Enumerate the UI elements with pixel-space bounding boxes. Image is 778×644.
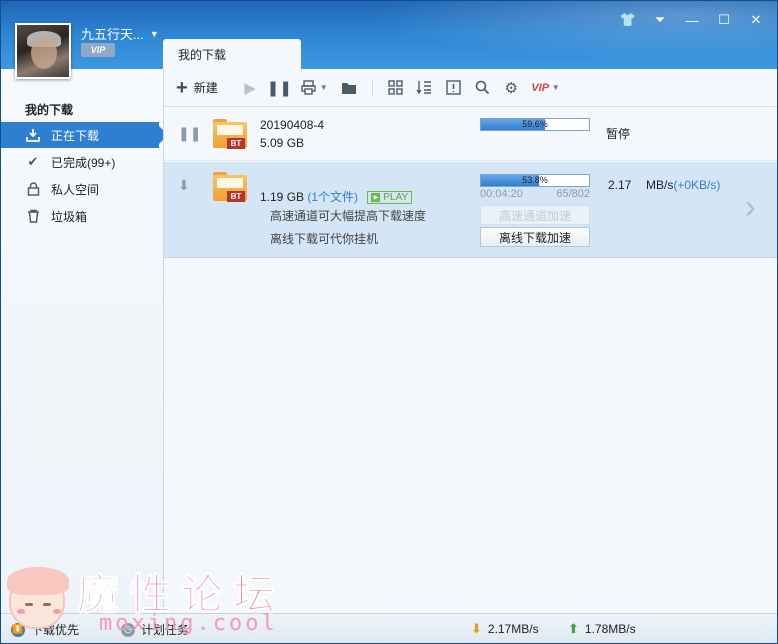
down-speed-value: 2.17MB/s — [487, 622, 539, 636]
speed-unit: MB/s — [646, 178, 674, 192]
download-speed: 2.17 — [608, 178, 632, 192]
info-icon[interactable] — [439, 76, 468, 100]
app-window: 👕 ⏷ — ☐ ✕ 九五行天... ▼ VIP 我的下载 我的下载 正在下载 ✔… — [0, 0, 778, 644]
trash-icon — [25, 208, 41, 224]
sidebar: 我的下载 正在下载 ✔ 已完成(99+) 私人空间 垃圾箱 — [1, 69, 168, 617]
promo-line: 高速通道可大幅提高下载速度 — [270, 209, 427, 223]
chevron-down-icon[interactable]: ▼ — [319, 76, 329, 100]
toolbar: + 新建 ▶ ❚❚ ▼ ⚙ VIP ▼ — [164, 69, 777, 107]
up-speed-indicator: ⬆ 1.78MB/s — [568, 621, 636, 637]
task-name: 20190408-4 — [260, 118, 325, 132]
minimize-icon[interactable]: — — [681, 11, 703, 29]
progress-bar: 53.8% — [480, 174, 590, 187]
avatar[interactable] — [15, 23, 71, 79]
main-panel: + 新建 ▶ ❚❚ ▼ ⚙ VIP ▼ ❚❚ BT 20190408-4 5.0… — [163, 69, 777, 617]
menu-icon[interactable]: ⏷ — [649, 11, 671, 29]
skin-icon[interactable]: 👕 — [617, 11, 639, 29]
status-bar: ⏬ 下载优先 ◷ 计划任务 ⬇ 2.17MB/s ⬆ 1.78MB/s — [1, 613, 777, 643]
window-controls: 👕 ⏷ — ☐ ✕ — [617, 11, 767, 29]
new-task-label: 新建 — [193, 81, 218, 95]
chevron-right-icon[interactable]: › — [745, 190, 756, 224]
highspeed-accelerate-button[interactable]: 高速通道加速 — [480, 205, 590, 225]
sidebar-item-label: 私人空间 — [51, 182, 100, 197]
scheduled-tasks-button[interactable]: ◷ 计划任务 — [121, 621, 189, 638]
sidebar-item-downloading[interactable]: 正在下载 — [1, 122, 168, 148]
sidebar-item-label: 正在下载 — [51, 128, 100, 143]
close-icon[interactable]: ✕ — [745, 11, 767, 29]
speed-delta: (+0KB/s) — [673, 178, 721, 192]
promo-line: 离线下载可代你挂机 — [270, 232, 379, 246]
chevron-down-icon[interactable]: ▼ — [150, 29, 159, 39]
sidebar-item-trash[interactable]: 垃圾箱 — [1, 203, 163, 229]
arrow-down-icon: ⬇ — [471, 621, 482, 636]
up-speed-value: 1.78MB/s — [584, 622, 636, 636]
toolbar-divider — [371, 78, 373, 97]
sidebar-item-private-space[interactable]: 私人空间 — [1, 176, 163, 202]
new-task-button[interactable]: + 新建 — [176, 76, 218, 100]
chevron-down-icon[interactable]: ▼ — [551, 76, 561, 100]
task-row[interactable]: ❚❚ BT 20190408-4 5.09 GB 59.6% 暂停 — [164, 109, 777, 161]
username[interactable]: 九五行天... ▼ — [81, 24, 159, 43]
sidebar-item-label: 垃圾箱 — [51, 209, 88, 224]
arrow-up-icon: ⬆ — [568, 621, 579, 636]
download-arrow-icon[interactable]: ⬇ — [178, 177, 190, 194]
progress-text: 59.6% — [522, 119, 548, 129]
progress-text: 53.8% — [522, 175, 548, 185]
grid-icon[interactable] — [381, 76, 410, 100]
play-icon: ▶ — [371, 193, 381, 203]
priority-label: 下载优先 — [31, 623, 80, 637]
search-icon[interactable] — [468, 76, 497, 100]
sidebar-heading: 我的下载 — [25, 103, 74, 117]
sidebar-item-label: 已完成(99+) — [51, 155, 116, 170]
folder-icon[interactable] — [335, 76, 364, 100]
bt-folder-icon: BT — [213, 119, 247, 149]
pause-icon[interactable]: ❚❚ — [178, 125, 201, 142]
chevrons-down-icon: ⏬ — [11, 622, 25, 637]
task-size-line: 1.19 GB (1个文件) ▶ PLAY — [260, 188, 413, 205]
down-speed-indicator: ⬇ 2.17MB/s — [471, 621, 539, 637]
bt-folder-icon: BT — [213, 172, 247, 202]
download-priority-toggle[interactable]: ⏬ 下载优先 — [11, 621, 79, 638]
lock-icon — [25, 181, 41, 197]
task-size: 1.19 GB — [260, 190, 305, 204]
task-meta: 00:04:20 65/802 — [480, 188, 590, 200]
speed-unit-line: MB/s(+0KB/s) — [646, 178, 720, 192]
maximize-icon[interactable]: ☐ — [713, 11, 735, 29]
offline-accelerate-button[interactable]: 离线下载加速 — [480, 227, 590, 247]
task-status: 暂停 — [606, 127, 631, 141]
task-size: 5.09 GB — [260, 136, 305, 150]
clock-icon: ◷ — [121, 622, 135, 637]
schedule-label: 计划任务 — [141, 623, 190, 637]
sidebar-item-completed[interactable]: ✔ 已完成(99+) — [1, 149, 163, 175]
tab-my-downloads[interactable]: 我的下载 — [163, 39, 301, 69]
elapsed-time: 00:04:20 — [480, 188, 523, 200]
task-row[interactable]: ⬇ BT 1.19 GB (1个文件) ▶ PLAY 高速通道可大幅提高下载速度… — [164, 162, 777, 258]
username-label: 九五行天... — [81, 27, 144, 42]
gear-icon[interactable]: ⚙ — [497, 76, 526, 100]
sort-icon[interactable] — [410, 76, 439, 100]
play-icon[interactable]: ▶ — [236, 76, 265, 100]
task-files-link[interactable]: (1个文件) — [307, 190, 358, 204]
progress-bar: 59.6% — [480, 118, 590, 131]
tab-label: 我的下载 — [178, 48, 227, 62]
checkmark-icon: ✔ — [27, 154, 39, 169]
download-tray-icon — [25, 127, 41, 143]
play-label: PLAY — [383, 192, 409, 204]
pause-icon[interactable]: ❚❚ — [265, 76, 294, 100]
plus-icon: + — [176, 76, 188, 99]
piece-count: 65/802 — [556, 188, 590, 200]
play-button[interactable]: ▶ PLAY — [367, 191, 413, 205]
vip-badge[interactable]: VIP — [81, 43, 115, 57]
